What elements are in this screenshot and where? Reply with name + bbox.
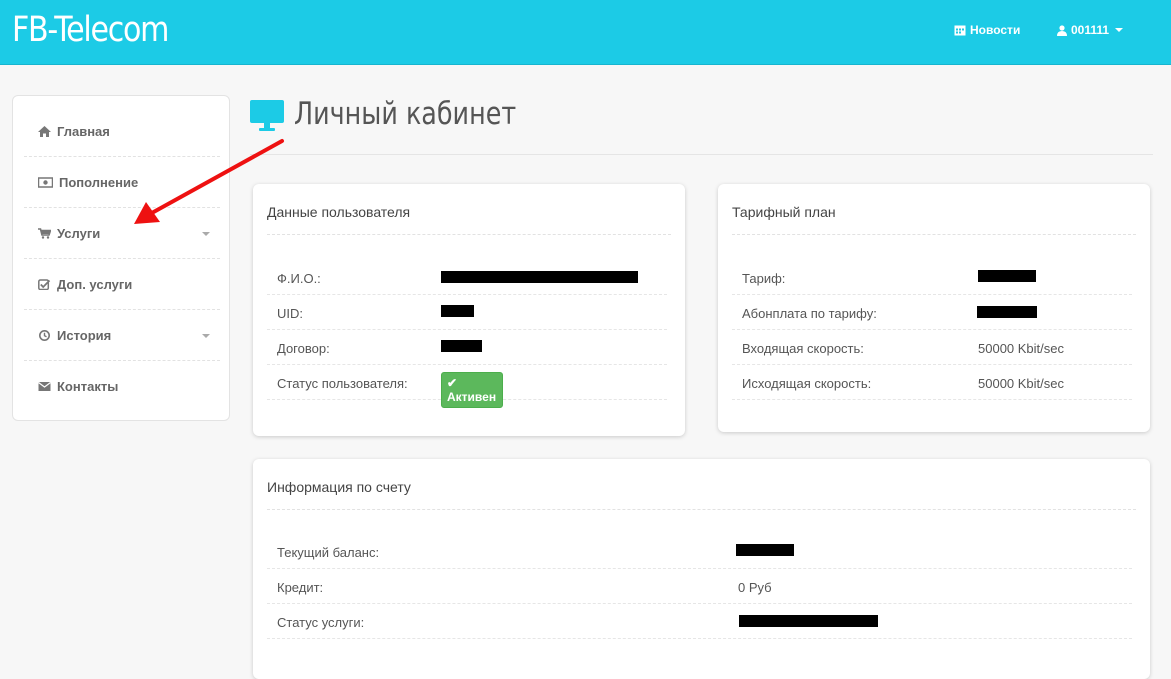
sidebar-item-topup[interactable]: Пополнение	[24, 157, 220, 208]
badge-text: Активен	[447, 390, 497, 404]
sidebar-item-services[interactable]: Услуги	[24, 208, 220, 259]
row-label: Статус услуги:	[277, 615, 365, 630]
status-badge: ✔ Активен	[441, 372, 504, 408]
row-label: Кредит:	[277, 580, 324, 595]
info-row-status: Статус пользователя: ✔ Активен	[267, 365, 667, 408]
news-link[interactable]: Новости	[954, 23, 1020, 37]
redacted-value	[977, 306, 1037, 318]
page-header: Личный кабинет	[250, 96, 1153, 155]
top-navbar: FB-Telecom Новости 001111	[0, 0, 1171, 65]
page-title: Личный кабинет	[294, 96, 517, 132]
redacted-value	[736, 544, 794, 556]
monitor-icon	[250, 100, 284, 131]
panel-title: Информация по счету	[267, 479, 411, 495]
user-id-label: 001111	[1071, 23, 1110, 37]
row-label: Абонплата по тарифу:	[742, 306, 877, 321]
sidebar-item-label: Услуги	[57, 225, 101, 241]
redacted-value	[978, 270, 1036, 282]
redacted-value	[441, 305, 474, 317]
panel-title: Тарифный план	[732, 204, 836, 220]
info-row-balance: Текущий баланс:	[267, 534, 1132, 569]
info-row-credit: Кредит: 0 Руб	[267, 569, 1132, 604]
row-label: UID:	[277, 306, 303, 321]
info-row-uid: UID:	[267, 295, 667, 330]
sidebar-item-label: Доп. услуги	[57, 276, 133, 292]
sidebar-item-label: Контакты	[57, 379, 119, 394]
info-row-outgoing-speed: Исходящая скорость: 50000 Kbit/sec	[732, 365, 1132, 400]
sidebar-item-label: Пополнение	[59, 174, 139, 190]
row-label: Статус пользователя:	[277, 376, 408, 391]
row-value: 50000 Kbit/sec	[978, 341, 1065, 356]
divider	[267, 234, 671, 235]
redacted-value	[441, 340, 482, 352]
row-label: Договор:	[277, 341, 330, 356]
tariff-panel: Тарифный план Тариф: Абонплата по тарифу…	[718, 184, 1150, 432]
clock-icon	[39, 329, 50, 341]
row-value: 50000 Kbit/sec	[978, 376, 1065, 391]
sidebar: Главная Пополнение Услуги Доп. услуги Ис…	[12, 95, 230, 421]
sidebar-item-contacts[interactable]: Контакты	[24, 361, 220, 412]
sidebar-item-history[interactable]: История	[24, 310, 220, 361]
divider	[732, 234, 1136, 235]
checkbox-icon	[38, 278, 51, 290]
chevron-down-icon	[202, 334, 210, 338]
row-value: 0 Руб	[738, 580, 772, 595]
info-row-incoming-speed: Входящая скорость: 50000 Kbit/sec	[732, 330, 1132, 365]
sidebar-item-extra-services[interactable]: Доп. услуги	[24, 259, 220, 310]
row-label: Тариф:	[742, 271, 786, 286]
calendar-icon	[954, 25, 966, 36]
account-info-panel: Информация по счету Текущий баланс: Кред…	[253, 459, 1150, 679]
sidebar-item-label: Главная	[57, 123, 110, 139]
user-menu[interactable]: 001111	[1057, 23, 1124, 37]
row-label: Входящая скорость:	[742, 341, 864, 356]
news-label: Новости	[970, 23, 1021, 37]
row-label: Ф.И.О.:	[277, 271, 321, 286]
info-row-fee: Абонплата по тарифу:	[732, 295, 1132, 330]
info-row-fio: Ф.И.О.:	[267, 260, 667, 295]
user-icon	[1057, 24, 1067, 36]
home-icon	[38, 125, 51, 137]
panel-title: Данные пользователя	[267, 204, 411, 220]
check-icon: ✔	[447, 376, 458, 390]
info-row-service-status: Статус услуги:	[267, 604, 1132, 639]
info-row-contract: Договор:	[267, 330, 667, 365]
brand-logo[interactable]: FB-Telecom	[12, 10, 169, 50]
redacted-value	[739, 615, 878, 627]
user-data-panel: Данные пользователя Ф.И.О.: UID: Договор…	[253, 184, 685, 436]
sidebar-item-label: История	[57, 327, 112, 343]
envelope-icon	[38, 382, 51, 391]
redacted-value	[441, 271, 638, 283]
divider	[267, 509, 1136, 510]
row-label: Исходящая скорость:	[742, 376, 872, 391]
chevron-down-icon	[202, 232, 210, 236]
chevron-down-icon	[1115, 28, 1124, 32]
sidebar-item-home[interactable]: Главная	[24, 106, 220, 157]
cart-icon	[38, 227, 51, 239]
row-label: Текущий баланс:	[277, 545, 380, 560]
money-icon	[38, 176, 53, 188]
info-row-tariff: Тариф:	[732, 260, 1132, 295]
